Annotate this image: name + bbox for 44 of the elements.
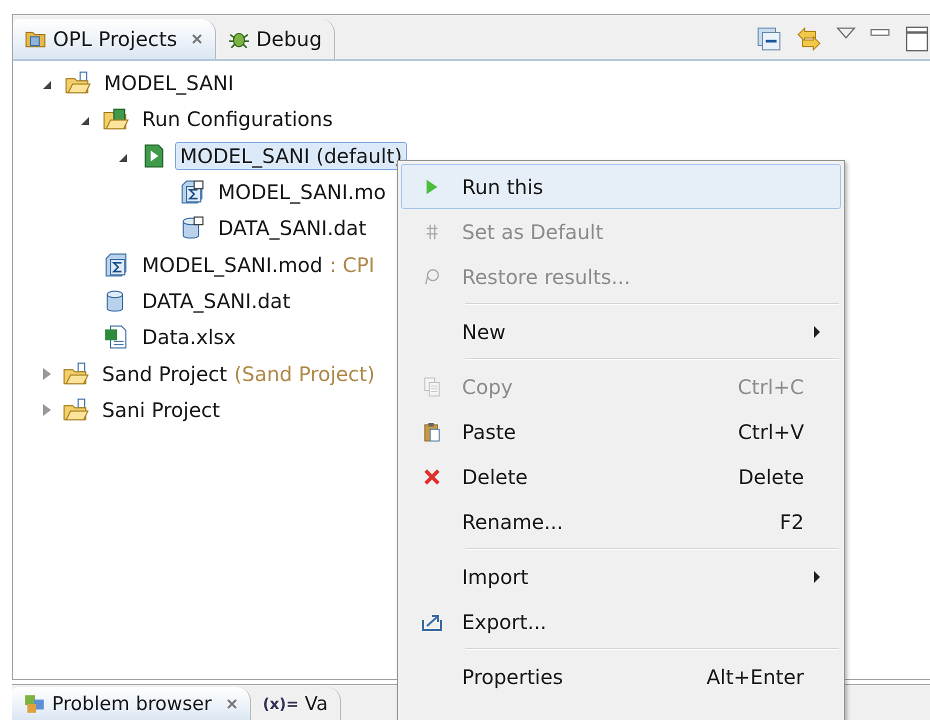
tree-item[interactable]: DATA_SANI.dat (137, 286, 296, 315)
minimize-icon[interactable] (870, 27, 890, 39)
tree-item[interactable]: MODEL_SANI.mod : CPI (137, 250, 380, 279)
tree-item[interactable]: Run Configurations (137, 105, 338, 134)
tree-item[interactable]: MODEL_SANI (default) (175, 142, 408, 170)
expand-arrow-icon[interactable] (119, 154, 127, 162)
tree-item[interactable]: Data.xlsx (137, 323, 241, 352)
view-tab[interactable]: OPL Projects (13, 19, 216, 59)
close-icon[interactable] (191, 33, 204, 45)
expand-arrow-icon[interactable] (43, 81, 51, 90)
blocks-icon (24, 693, 46, 715)
sigma-cube-icon (179, 180, 205, 204)
variables-icon: (x)= (262, 695, 299, 713)
link-arrows-icon[interactable] (796, 26, 822, 52)
tree-item[interactable]: Sani Project (97, 396, 225, 424)
view-tab[interactable]: (x)= Va (250, 687, 341, 720)
tree-item[interactable]: MODEL_SANI.mo (213, 178, 391, 206)
project-folder-icon (65, 71, 91, 96)
view-tab[interactable]: Problem browser (12, 687, 251, 720)
menu-item[interactable]: Paste Ctrl+V (401, 409, 841, 454)
project-folder-icon (63, 398, 89, 422)
folder-icon (103, 107, 129, 132)
expand-arrow-icon[interactable] (81, 117, 89, 126)
delete-icon (423, 468, 441, 486)
maximize-icon[interactable] (904, 26, 930, 52)
spreadsheet-icon (103, 325, 129, 350)
menu-item[interactable]: Delete Delete (401, 454, 841, 499)
collapse-all-icon[interactable] (756, 26, 782, 52)
clipboard-icon (423, 422, 441, 442)
menu-item[interactable]: New (401, 309, 841, 354)
tree-item[interactable]: MODEL_SANI (99, 69, 239, 98)
menu-item[interactable]: Run this (401, 164, 841, 209)
view-menu-icon[interactable] (836, 27, 856, 39)
view-tab[interactable]: Debug (216, 19, 335, 59)
copy-icon (423, 376, 441, 396)
sigma-cube-icon (103, 252, 129, 277)
menu-item[interactable]: Properties Alt+Enter (401, 654, 841, 699)
menu-item[interactable]: Rename... F2 (401, 499, 841, 544)
tree-item[interactable]: Sand Project (Sand Project) (97, 360, 380, 388)
project-folder-icon (63, 362, 89, 386)
tree-item[interactable]: DATA_SANI.dat (213, 214, 372, 242)
menu-item[interactable]: Import (401, 554, 841, 599)
close-icon[interactable] (226, 698, 238, 710)
menu-item[interactable]: Export... (401, 599, 841, 644)
